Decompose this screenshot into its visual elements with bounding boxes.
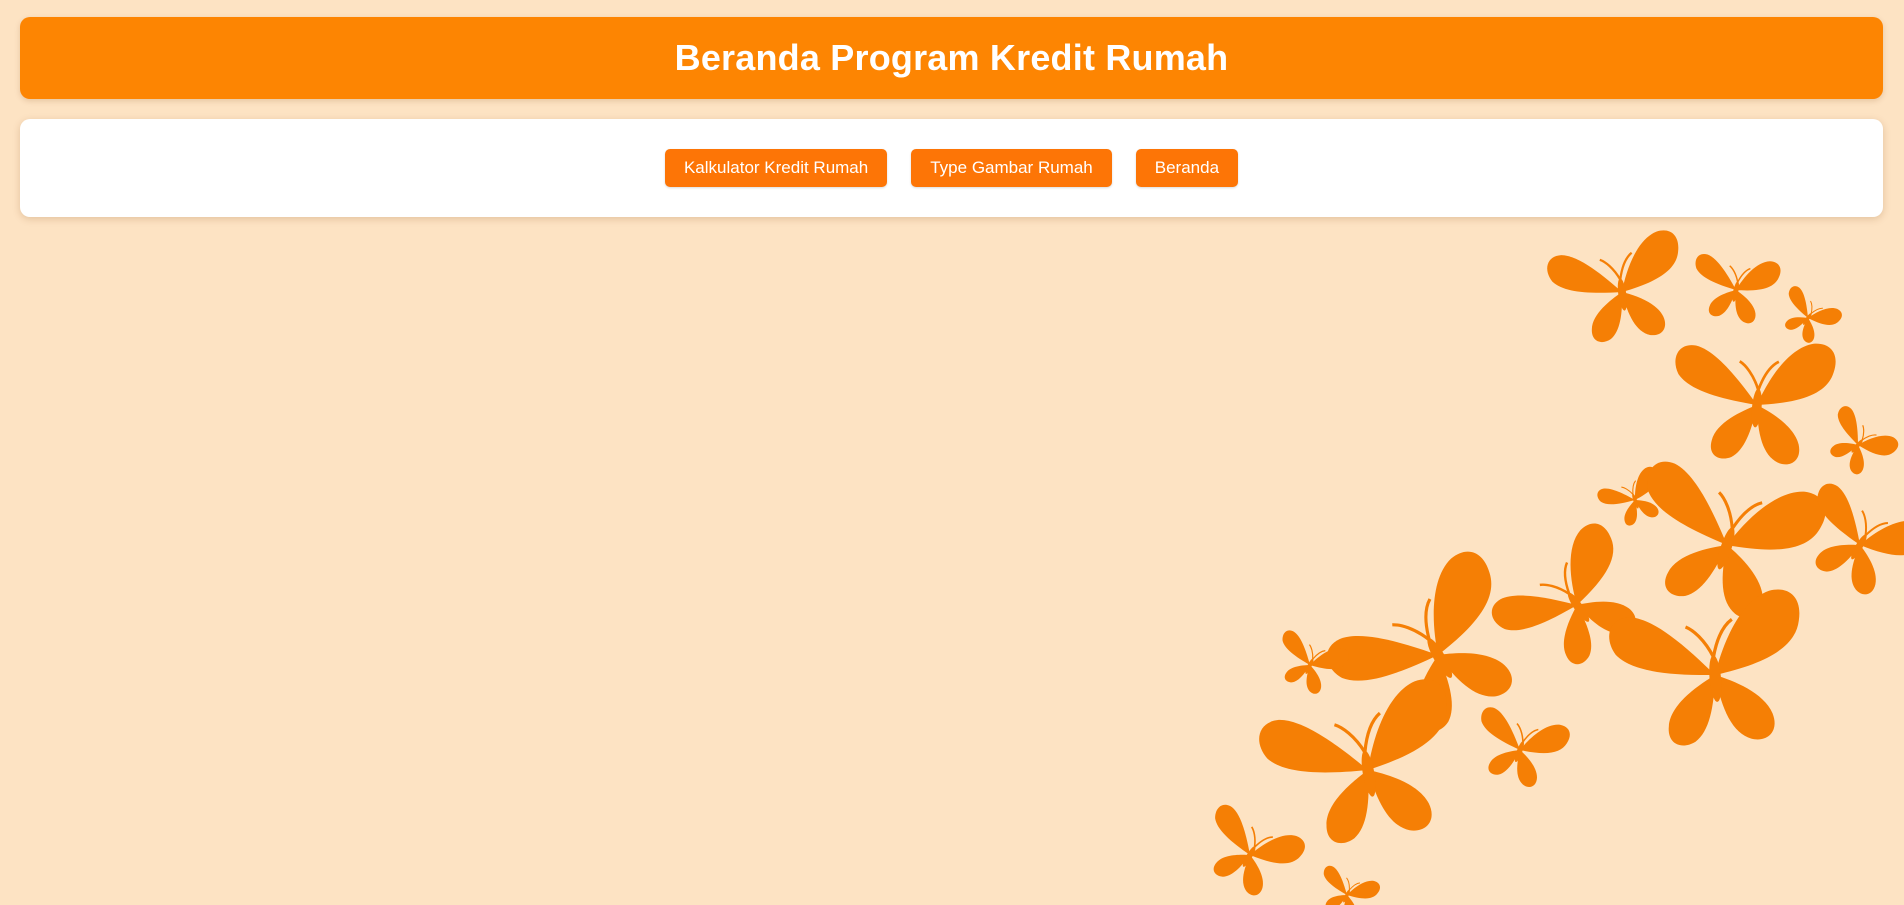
butterfly-icon <box>1187 794 1310 905</box>
navigation-bar: Kalkulator Kredit Rumah Type Gambar Ruma… <box>20 119 1883 217</box>
butterfly-icon <box>1684 245 1784 329</box>
butterfly-icon <box>1265 622 1353 702</box>
beranda-button[interactable]: Beranda <box>1135 149 1239 187</box>
butterfly-icon <box>1665 330 1839 470</box>
butterfly-icon <box>1251 674 1470 857</box>
butterfly-icon <box>1613 442 1833 634</box>
butterfly-icon <box>1604 586 1812 754</box>
butterfly-icon <box>1462 697 1574 796</box>
butterfly-icon <box>1784 470 1904 610</box>
page-title: Beranda Program Kredit Rumah <box>674 37 1229 78</box>
type-gambar-rumah-button[interactable]: Type Gambar Rumah <box>911 149 1112 187</box>
butterfly-icon <box>1478 516 1663 692</box>
butterfly-icon <box>1593 464 1672 534</box>
butterfly-icon <box>1542 227 1692 350</box>
kalkulator-kredit-rumah-button[interactable]: Kalkulator Kredit Rumah <box>664 149 888 187</box>
butterfly-icon <box>1311 542 1549 764</box>
page-header: Beranda Program Kredit Rumah <box>20 17 1883 99</box>
butterfly-icon <box>1309 859 1383 905</box>
butterfly-icon <box>1770 279 1845 352</box>
butterfly-icon <box>1813 398 1902 486</box>
